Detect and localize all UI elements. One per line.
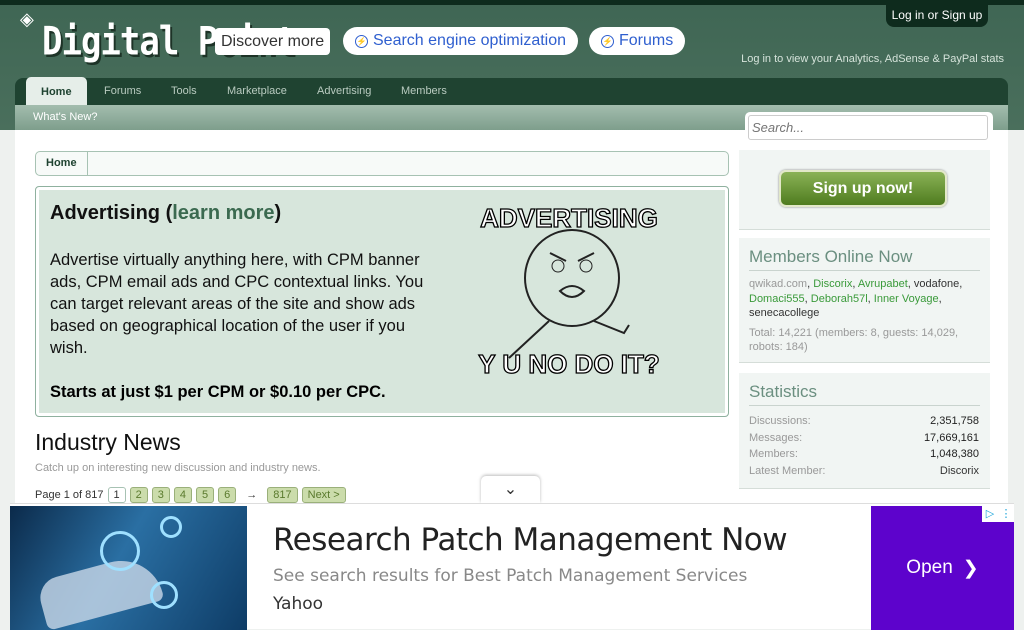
next-page[interactable]: Next > bbox=[301, 487, 346, 503]
members-online-panel: Members Online Now qwikad.com, Discorix,… bbox=[739, 238, 990, 363]
signup-panel: Sign up now! bbox=[739, 150, 990, 230]
breadcrumb: Home bbox=[35, 151, 729, 176]
pill-label: Search engine optimization bbox=[373, 32, 567, 49]
ad-source: Yahoo bbox=[273, 594, 324, 614]
members-online-total: Total: 14,221 (members: 8, guests: 14,02… bbox=[749, 326, 959, 354]
online-member-link[interactable]: senecacollege bbox=[749, 307, 819, 319]
page-5[interactable]: 5 bbox=[196, 487, 215, 503]
industry-news-subtitle: Catch up on interesting new discussion a… bbox=[35, 462, 321, 474]
page-label: Page 1 of 817 bbox=[35, 489, 104, 501]
tab-marketplace[interactable]: Marketplace bbox=[227, 78, 287, 105]
members-online-list: qwikad.com, Discorix, Avrupabet, vodafon… bbox=[749, 278, 963, 319]
page-arrow: → bbox=[246, 489, 258, 501]
adchoices[interactable]: ▷ ⋮ bbox=[982, 506, 1014, 522]
online-member-link[interactable]: Discorix bbox=[813, 278, 852, 290]
advertising-price: Starts at just $1 per CPM or $0.10 per C… bbox=[50, 383, 386, 401]
tab-forums[interactable]: Forums bbox=[104, 78, 141, 105]
online-member-link[interactable]: Deborah57l bbox=[811, 293, 868, 305]
online-member-link[interactable]: Domaci555 bbox=[749, 293, 805, 305]
learn-more-link[interactable]: learn more bbox=[172, 202, 274, 224]
tab-home[interactable]: Home bbox=[26, 77, 87, 105]
statistics-panel: Statistics Discussions: 2,351,758 Message… bbox=[739, 373, 990, 489]
stat-row: Latest Member: Discorix bbox=[749, 464, 979, 477]
online-member-link[interactable]: qwikad.com bbox=[749, 278, 807, 290]
whats-new-link[interactable]: What's New? bbox=[33, 111, 97, 123]
advertising-box: Advertising (learn more) Advertise virtu… bbox=[35, 186, 729, 417]
main-nav: Home Forums Tools Marketplace Advertisin… bbox=[15, 77, 1008, 105]
online-member-link[interactable]: vodafone bbox=[914, 278, 959, 290]
industry-news-title: Industry News bbox=[35, 429, 181, 455]
online-member-link[interactable]: Inner Voyage bbox=[874, 293, 939, 305]
pagination: Page 1 of 817 1 2 3 4 5 6 → 817 Next > bbox=[35, 487, 346, 503]
bolt-icon: ⚡ bbox=[601, 34, 614, 48]
online-member-link[interactable]: Avrupabet bbox=[858, 278, 908, 290]
page-3[interactable]: 3 bbox=[151, 487, 170, 503]
tab-tools[interactable]: Tools bbox=[171, 78, 197, 105]
page-2[interactable]: 2 bbox=[129, 487, 148, 503]
members-online-title: Members Online Now bbox=[749, 247, 980, 271]
more-options-icon[interactable]: ⋮ bbox=[998, 506, 1014, 522]
stat-row: Members: 1,048,380 bbox=[749, 448, 979, 460]
stats-login-link[interactable]: Log in to view your Analytics, AdSense &… bbox=[741, 53, 1004, 65]
logo-mark-icon: ◈ bbox=[20, 9, 34, 29]
ad-subtitle: See search results for Best Patch Manage… bbox=[273, 566, 748, 586]
chevron-down-icon[interactable]: ⌄ bbox=[481, 476, 540, 503]
breadcrumb-home[interactable]: Home bbox=[36, 152, 88, 175]
chevron-right-icon: ❯ bbox=[962, 557, 979, 579]
page-4[interactable]: 4 bbox=[173, 487, 193, 503]
statistics-title: Statistics bbox=[749, 382, 980, 406]
ad-banner[interactable]: Research Patch Management Now See search… bbox=[10, 503, 1014, 630]
page-6[interactable]: 6 bbox=[218, 487, 237, 503]
discover-more-label: Discover more bbox=[215, 28, 331, 55]
stat-row: Discussions: 2,351,758 bbox=[749, 415, 979, 427]
pill-label: Forums bbox=[619, 32, 674, 49]
pill-forums[interactable]: ⚡ Forums bbox=[589, 27, 686, 55]
search-input[interactable] bbox=[748, 115, 988, 140]
bolt-icon: ⚡ bbox=[355, 34, 368, 48]
advertising-title: Advertising (learn more) bbox=[50, 202, 282, 224]
login-signup-button[interactable]: Log in or Sign up bbox=[886, 3, 988, 27]
search-box bbox=[745, 112, 993, 144]
ad-title[interactable]: Research Patch Management Now bbox=[273, 522, 788, 558]
ad-open-button[interactable]: Open ❯ ▷ ⋮ bbox=[871, 506, 1014, 630]
tab-members[interactable]: Members bbox=[401, 78, 447, 105]
page-last[interactable]: 817 bbox=[267, 487, 298, 503]
advertising-description: Advertise virtually anything here, with … bbox=[50, 251, 424, 357]
signup-button[interactable]: Sign up now! bbox=[779, 170, 947, 207]
ad-open-label: Open bbox=[906, 557, 953, 578]
pill-seo[interactable]: ⚡ Search engine optimization bbox=[343, 27, 579, 55]
tab-advertising[interactable]: Advertising bbox=[317, 78, 371, 105]
meme-image: ADVERTISING Y U NO DO IT? bbox=[464, 202, 674, 383]
page-1[interactable]: 1 bbox=[107, 487, 126, 503]
meme-top-text: ADVERTISING bbox=[480, 202, 659, 233]
meme-bottom-text: Y U NO DO IT? bbox=[478, 348, 661, 379]
ad-image bbox=[10, 506, 247, 630]
stat-row: Messages: 17,669,161 bbox=[749, 431, 979, 444]
adchoices-play-icon[interactable]: ▷ bbox=[982, 506, 998, 522]
